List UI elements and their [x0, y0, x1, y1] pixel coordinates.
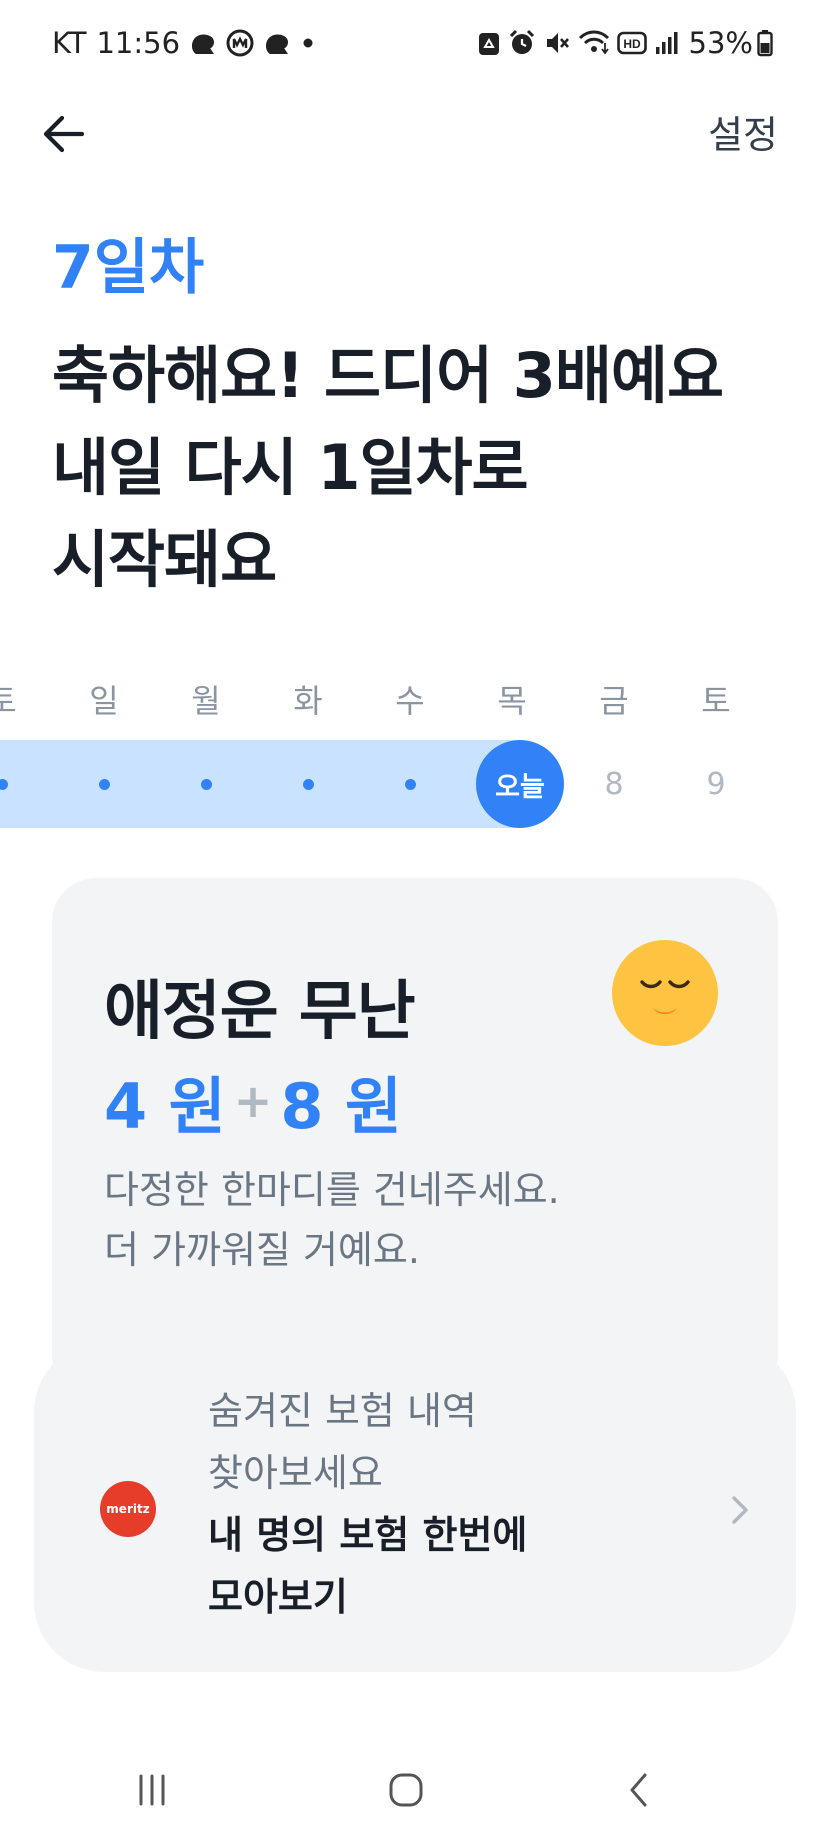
settings-button[interactable]: 설정: [708, 104, 778, 159]
ad-subtitle: 숨겨진 보험 내역 찾아보세요: [208, 1380, 688, 1504]
recent-apps-button[interactable]: [112, 1764, 192, 1820]
recycle-icon: [477, 29, 501, 57]
status-left: KT 11:56: [52, 26, 316, 60]
ad-title-line: 모아보기: [208, 1575, 348, 1619]
weekday-label: 토: [701, 682, 731, 720]
recent-apps-icon: [132, 1770, 172, 1814]
weekday-label: 토: [0, 682, 17, 720]
ad-title-line: 내 명의 보험 한번에: [208, 1513, 528, 1557]
threads-icon-2: [262, 28, 292, 58]
weekday-label: 월: [191, 682, 221, 720]
svg-text:HD: HD: [623, 37, 641, 51]
weekday-label: 금: [599, 682, 629, 720]
weekday-row: 토 일 월 화 수 목 금 토: [0, 676, 830, 728]
future-date: 8: [604, 766, 624, 802]
meritz-logo: meritz: [100, 1481, 156, 1537]
headline-line-2: 내일 다시 1일차로: [52, 431, 529, 504]
relieved-face-icon: [612, 940, 718, 1046]
insurance-ad-banner[interactable]: meritz 숨겨진 보험 내역 찾아보세요 내 명의 보험 한번에 모아보기: [34, 1342, 796, 1672]
mcdonalds-icon: [226, 29, 254, 57]
battery-icon: [757, 29, 773, 57]
fortune-description-line: 더 가까워질 거예요.: [104, 1228, 420, 1272]
fortune-title: 애정운 무난: [104, 975, 416, 1049]
weekday-label: 일: [89, 682, 119, 720]
carrier-label: KT: [52, 26, 87, 60]
back-icon: [620, 1770, 660, 1814]
headline-line-1: 축하해요! 드디어 3배예요: [52, 339, 724, 412]
completed-day-dot: [404, 779, 416, 790]
headline-line-3: 시작돼요: [52, 523, 277, 596]
weekday-label: 수: [395, 682, 425, 720]
fortune-description: 다정한 한마디를 건네주세요. 더 가까워질 거예요.: [104, 1160, 744, 1280]
home-button[interactable]: [366, 1764, 446, 1820]
today-badge: 오늘: [476, 740, 564, 828]
ad-title: 내 명의 보험 한번에 모아보기: [208, 1504, 688, 1628]
mute-icon: [543, 29, 571, 57]
nav-back-button[interactable]: [600, 1764, 680, 1820]
future-date: 9: [706, 766, 726, 802]
system-navigation-bar: [0, 1740, 830, 1844]
ad-subtitle-line: 숨겨진 보험 내역: [208, 1389, 477, 1433]
completed-day-dot: [98, 779, 110, 790]
fortune-card: 애정운 무난 4 원 + 8 원 다정한 한마디를 건네주세요. 더 가까워질 …: [52, 878, 778, 1398]
reward-base-amount: 4 원: [104, 1070, 226, 1143]
completed-day-dot: [200, 779, 212, 790]
weekday-label: 화: [293, 682, 323, 720]
clock: 11:56: [96, 26, 181, 60]
completed-day-dot: [0, 779, 8, 790]
dot-icon: [300, 35, 316, 51]
status-right: HD 53%: [477, 26, 780, 60]
streak-day-label: 7일차: [52, 233, 205, 303]
reward-plus-sign: +: [233, 1074, 273, 1128]
streak-date-track: 오늘 8 9: [0, 740, 830, 828]
alarm-icon: [508, 29, 536, 57]
weekday-label: 목: [497, 682, 527, 720]
battery-percent: 53%: [688, 26, 753, 60]
threads-icon: [188, 28, 218, 58]
top-app-bar: 설정: [0, 96, 830, 192]
ad-subtitle-line: 찾아보세요: [208, 1451, 383, 1495]
completed-day-dot: [302, 779, 314, 790]
headline: 축하해요! 드디어 3배예요 내일 다시 1일차로 시작돼요: [52, 330, 792, 606]
fortune-description-line: 다정한 한마디를 건네주세요.: [104, 1168, 560, 1212]
status-bar: KT 11:56 HD 53%: [0, 0, 830, 96]
signal-icon: [654, 30, 680, 56]
back-button[interactable]: [36, 108, 92, 164]
hd-icon: HD: [616, 30, 647, 56]
reward-row: 4 원 + 8 원: [104, 1056, 402, 1146]
arrow-left-icon: [42, 114, 86, 158]
wifi-icon: [578, 29, 610, 57]
chevron-right-icon: [724, 1490, 754, 1530]
home-icon: [386, 1770, 426, 1814]
reward-bonus-amount: 8 원: [280, 1070, 403, 1143]
